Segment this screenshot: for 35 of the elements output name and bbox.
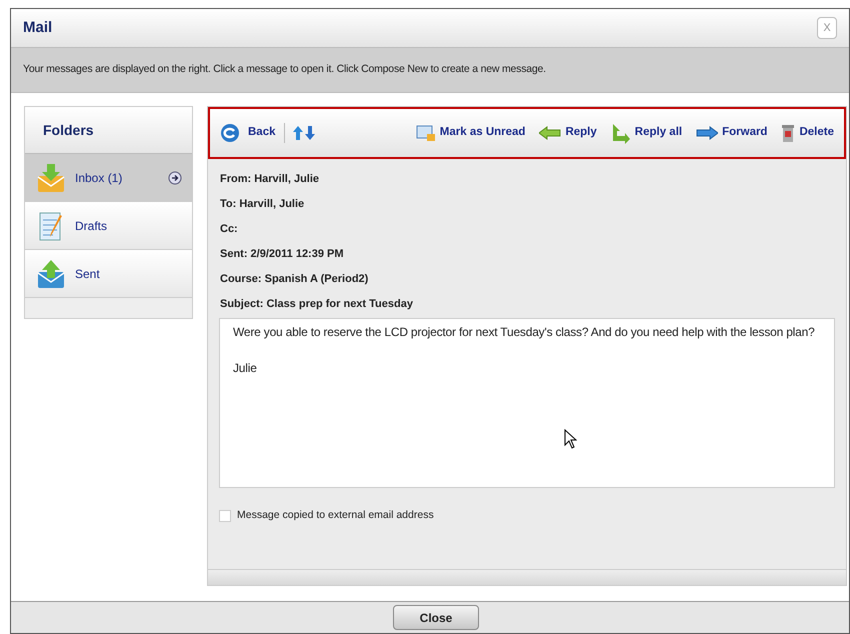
- folder-item[interactable]: Inbox (1): [25, 154, 192, 202]
- back-circle-icon: [220, 123, 240, 143]
- inbox-envelope-icon: [35, 162, 67, 194]
- body-paragraph: Julie: [233, 360, 258, 377]
- window-title: Mail: [23, 18, 52, 38]
- right-arrow-icon: [696, 126, 718, 140]
- checkbox[interactable]: [219, 510, 231, 522]
- outbox-envelope-icon: [35, 258, 67, 290]
- folder-label: Sent: [75, 266, 101, 282]
- arrow-circle-icon: [168, 170, 182, 184]
- info-text: Your messages are displayed on the right. Click a message to open it. Click Compose New to create a new message.: [23, 62, 546, 78]
- checkbox-label: Message copied to external email address: [237, 508, 434, 523]
- header-line: To: Harvill, Julie: [220, 197, 306, 212]
- header-line: Subject: Class prep for next Tuesday: [220, 297, 414, 312]
- header-line: Course: Spanish A (Period2): [220, 272, 370, 287]
- back-button[interactable]: Back: [220, 123, 284, 143]
- folders-title: Folders: [43, 120, 94, 140]
- toolbar-button[interactable]: Forward: [696, 124, 768, 142]
- header-line: Sent: 2/9/2011 12:39 PM: [220, 247, 345, 262]
- toolbar-button[interactable]: Reply: [539, 124, 597, 142]
- folder-item[interactable]: Sent: [25, 250, 192, 298]
- left-arrow-icon: [539, 126, 562, 140]
- header-line: Cc:: [220, 222, 239, 237]
- body-paragraph: Were you able to reserve the LCD projector for next Tuesday's class? And do you need help with the lesson plan?: [233, 324, 816, 341]
- folder-label: Drafts: [75, 218, 108, 234]
- toolbar-button[interactable]: Reply all: [610, 122, 682, 144]
- header-line: From: Harvill, Julie: [220, 172, 320, 187]
- close-dialog-button[interactable]: Close: [393, 605, 479, 630]
- trash-can-icon: [781, 123, 796, 143]
- folder-label: Inbox (1): [75, 170, 124, 186]
- toolbar-button[interactable]: Delete: [781, 123, 834, 143]
- folder-item[interactable]: Drafts: [25, 202, 192, 250]
- up-down-arrows-icon[interactable]: [292, 125, 314, 141]
- cursor-icon: [564, 429, 577, 449]
- toolbar-button[interactable]: Mark as Unread: [416, 124, 526, 142]
